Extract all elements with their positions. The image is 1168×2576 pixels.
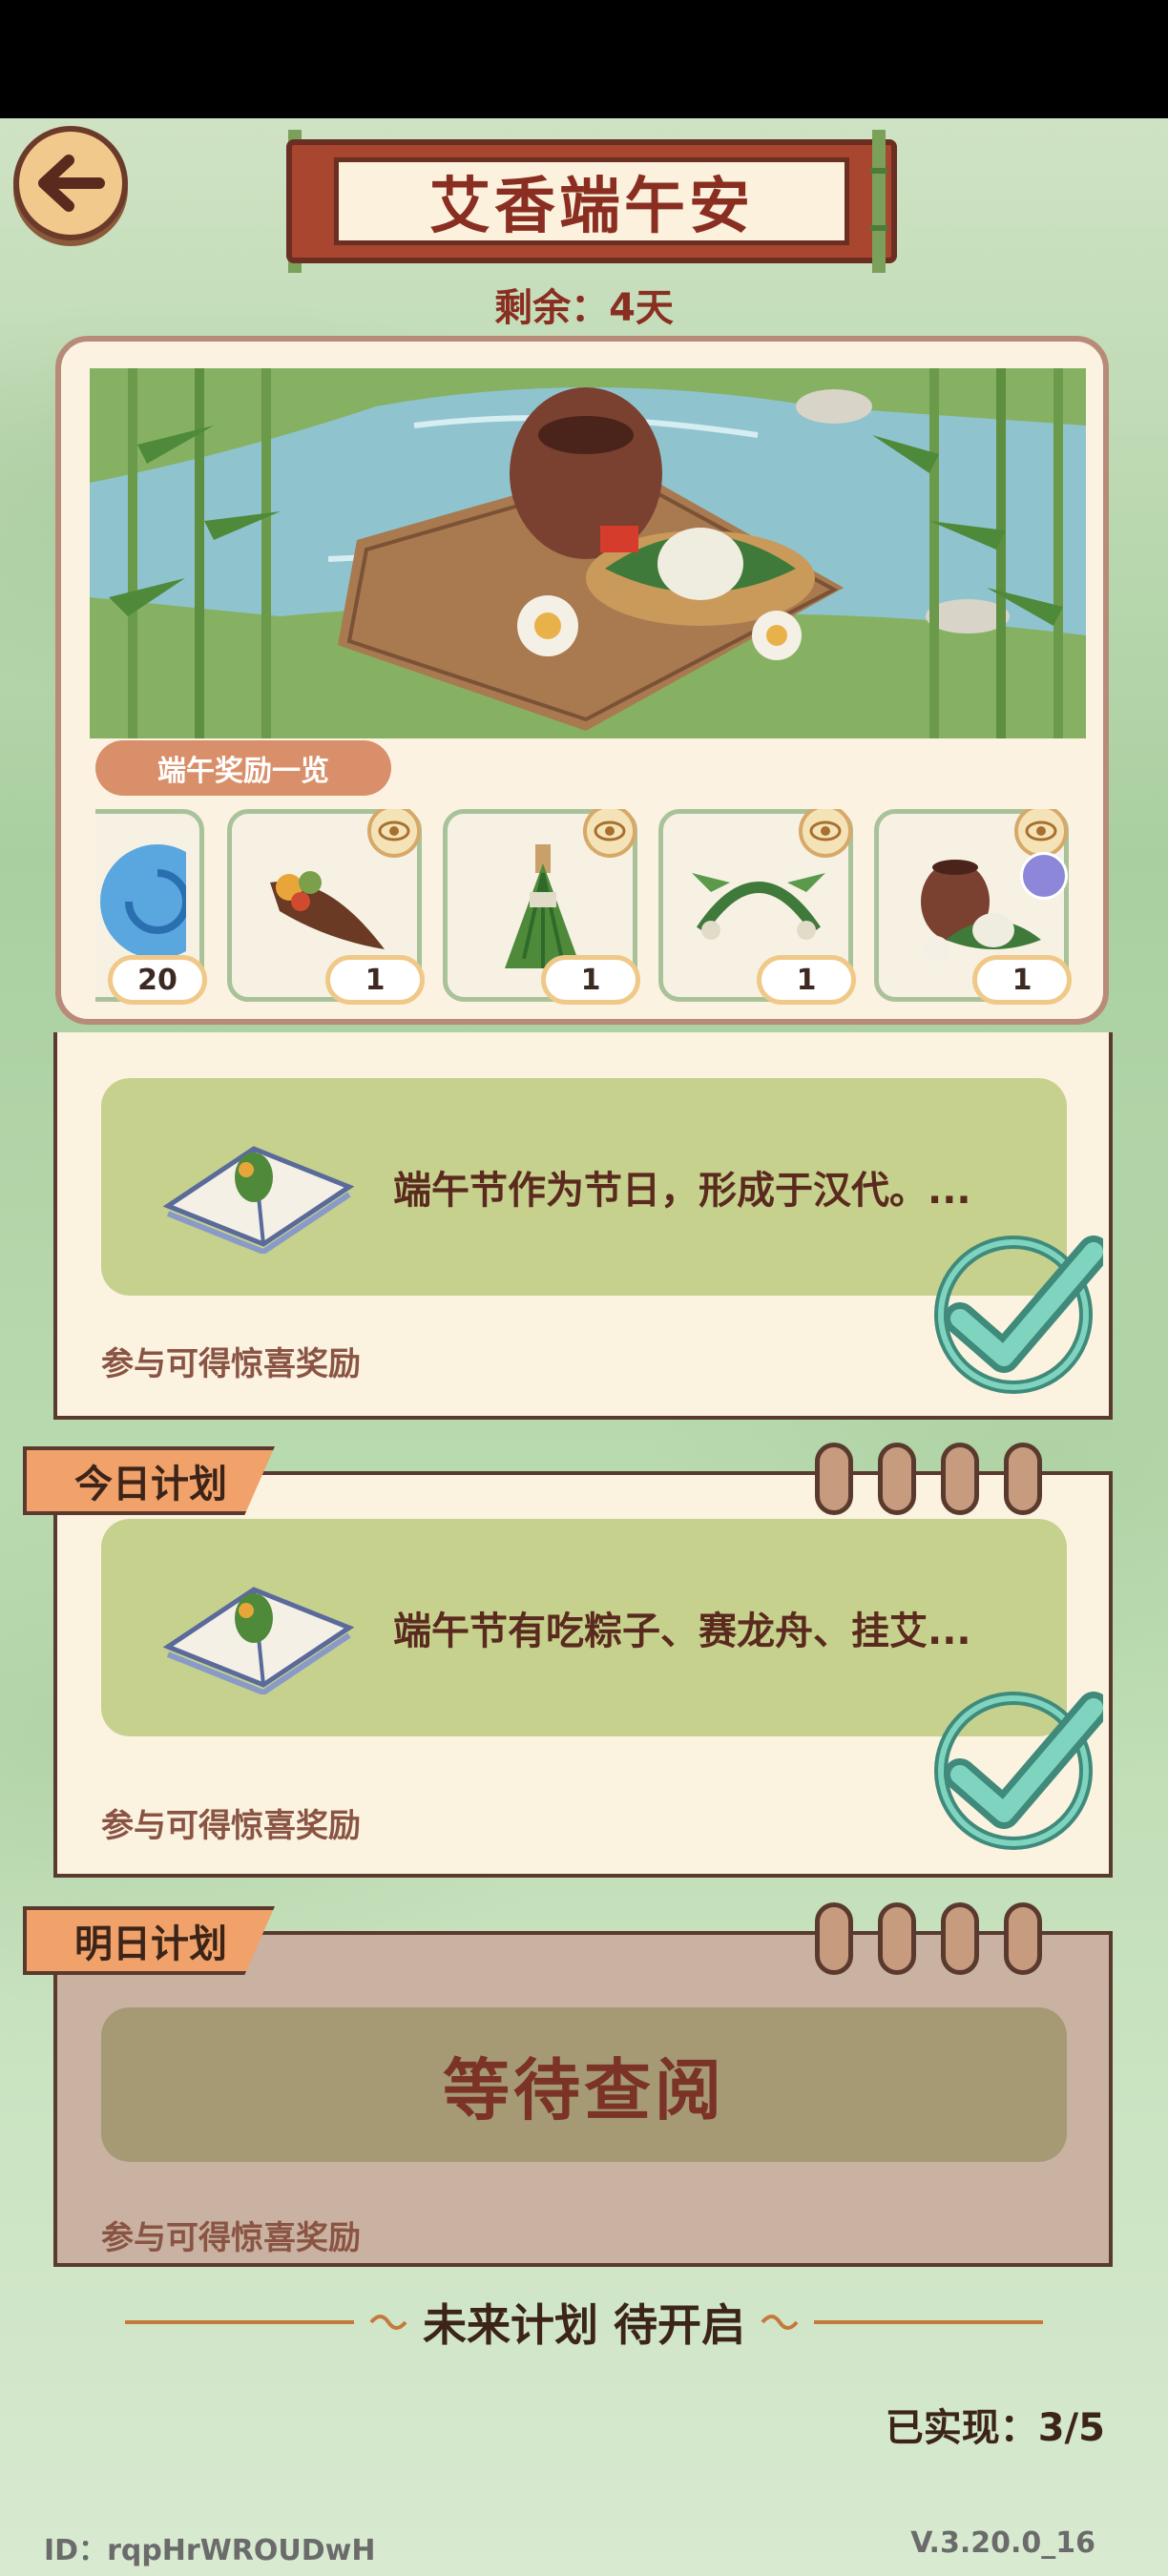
reward-carousel[interactable]: 20 1 1 1 1 bbox=[95, 809, 1080, 1009]
scroll-ornament-icon bbox=[369, 2315, 407, 2330]
event-scene-illustration bbox=[90, 368, 1086, 738]
user-id: ID：rqpHrWROUDwH bbox=[44, 2534, 376, 2567]
previous-plan-card: 端午节作为节日，形成于汉代。... 参与可得惊喜奖励 bbox=[53, 1032, 1113, 1420]
today-plan-label: 今日计划 bbox=[23, 1446, 275, 1515]
future-plans-text: 未来计划 待开启 bbox=[422, 2299, 745, 2351]
gift-icon bbox=[1020, 852, 1068, 900]
eye-icon[interactable] bbox=[1014, 809, 1068, 858]
arrow-left-icon bbox=[38, 155, 105, 212]
reward-hint: 参与可得惊喜奖励 bbox=[101, 1345, 361, 1383]
back-button[interactable] bbox=[13, 126, 128, 240]
notebook-rings bbox=[815, 1443, 1063, 1519]
today-task-box[interactable]: 端午节有吃粽子、赛龙舟、挂艾... bbox=[101, 1519, 1067, 1736]
reward-item[interactable]: 1 bbox=[874, 809, 1072, 1005]
divider-line bbox=[124, 2320, 354, 2324]
reward-count: 1 bbox=[757, 955, 856, 1005]
scroll-ornament-icon bbox=[761, 2315, 799, 2330]
tomorrow-plan-label: 明日计划 bbox=[23, 1906, 275, 1975]
today-plan-card: 今日计划 端午节有吃粽子、赛龙舟、挂艾... 参与可得惊喜奖励 bbox=[23, 1443, 1113, 1878]
reward-count: 1 bbox=[541, 955, 640, 1005]
eye-icon[interactable] bbox=[799, 809, 852, 858]
eye-icon[interactable] bbox=[367, 809, 421, 858]
reward-hint: 参与可得惊喜奖励 bbox=[101, 1807, 361, 1845]
reward-item[interactable]: 20 bbox=[95, 809, 207, 1005]
reward-list-tab[interactable]: 端午奖励一览 bbox=[95, 740, 391, 796]
achieved-count: 已实现：3/5 bbox=[885, 2406, 1105, 2450]
checkmark-icon bbox=[934, 1692, 1103, 1850]
title-board: 艾香端午安 bbox=[286, 139, 897, 263]
tomorrow-plan-card: 明日计划 等待查阅 参与可得惊喜奖励 bbox=[23, 1902, 1113, 2267]
reward-item[interactable]: 1 bbox=[443, 809, 640, 1005]
future-plans-divider: 未来计划 待开启 bbox=[0, 2294, 1168, 2351]
reward-count: 1 bbox=[325, 955, 425, 1005]
app-version: V.3.20.0_16 bbox=[910, 2526, 1095, 2560]
reward-item[interactable]: 1 bbox=[227, 809, 425, 1005]
eye-icon[interactable] bbox=[583, 809, 636, 858]
status-bar bbox=[0, 0, 1168, 118]
book-icon bbox=[162, 1587, 355, 1694]
event-banner-card: 端午奖励一览 20 1 1 1 1 bbox=[55, 336, 1109, 1025]
bamboo-decoration-right bbox=[870, 130, 887, 273]
reward-item[interactable]: 1 bbox=[658, 809, 856, 1005]
remaining-days: 剩余：4天 bbox=[494, 286, 674, 330]
page-title: 艾香端午安 bbox=[334, 157, 849, 245]
reward-count: 20 bbox=[108, 955, 207, 1005]
waiting-status: 等待查阅 bbox=[101, 2007, 1067, 2162]
divider-line bbox=[814, 2320, 1043, 2324]
checkmark-icon bbox=[934, 1236, 1103, 1394]
previous-task-box[interactable]: 端午节作为节日，形成于汉代。... bbox=[101, 1078, 1067, 1296]
reward-hint: 参与可得惊喜奖励 bbox=[101, 2219, 361, 2257]
book-icon bbox=[162, 1146, 355, 1254]
notebook-rings bbox=[815, 1902, 1063, 1979]
reward-count: 1 bbox=[972, 955, 1072, 1005]
